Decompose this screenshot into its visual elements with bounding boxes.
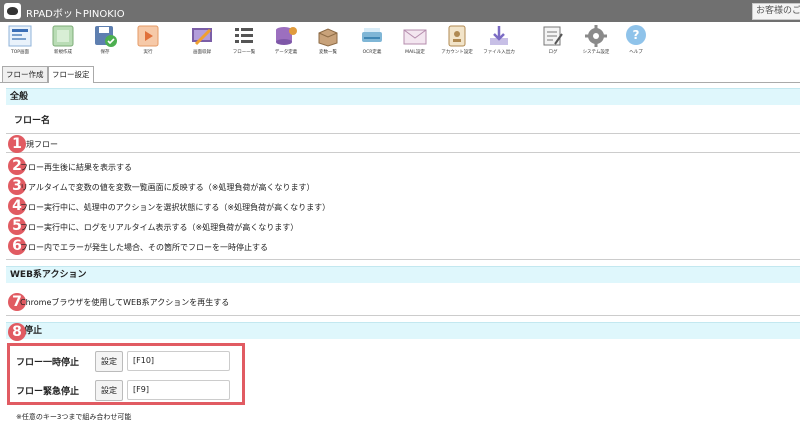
divider	[6, 152, 800, 153]
top-screen-icon	[8, 25, 32, 47]
badge-8: 8	[8, 323, 26, 341]
pause-label: フロー一時停止	[16, 358, 80, 368]
general-section-header: 全般	[6, 88, 800, 105]
database-gear-icon	[276, 27, 297, 45]
option-show-result[interactable]: フロー再生後に結果を表示する	[20, 162, 132, 173]
option-realtime-log[interactable]: フロー実行中に、ログをリアルタイム表示する（※処理負荷が高くなります）	[20, 222, 298, 233]
mail-settings-button[interactable]: MAIL設定	[398, 24, 432, 62]
screen-record-icon	[192, 28, 212, 46]
save-icon	[95, 26, 117, 47]
play-icon	[137, 25, 159, 47]
ocr-definition-button[interactable]: OCR定義	[354, 24, 390, 62]
new-create-button[interactable]: 新規作成	[48, 24, 78, 62]
help-icon: ?	[626, 25, 646, 45]
emergency-key-input[interactable]: [F9]	[127, 380, 230, 400]
customer-field[interactable]: お客様のご	[752, 3, 800, 20]
option-realtime-values[interactable]: リアルタイムで変数の値を変数一覧画面に反映する（※処理負荷が高くなります）	[20, 182, 314, 193]
pause-section-header: 停止	[6, 322, 800, 339]
svg-text:?: ?	[633, 28, 640, 42]
badge-1: 1	[8, 135, 26, 153]
help-button[interactable]: ? ヘルプ	[620, 24, 652, 62]
file-import-button[interactable]: ファイル入出力	[480, 24, 518, 62]
data-definition-button[interactable]: データ定義	[268, 24, 304, 62]
web-section-header: WEB系アクション	[6, 266, 800, 283]
value-list-button[interactable]: 変数一覧	[312, 24, 344, 62]
flow-list-button[interactable]: フロー一覧	[228, 24, 260, 62]
app-logo-icon	[4, 3, 21, 19]
run-button[interactable]: 実行	[133, 24, 163, 62]
save-button[interactable]: 保存	[90, 24, 120, 62]
flow-name-label: フロー名	[14, 116, 51, 126]
pause-key-input[interactable]: [F10]	[127, 351, 230, 371]
tab-bar: フロー作成 フロー設定	[0, 64, 800, 83]
file-download-icon	[490, 26, 508, 45]
scanner-icon	[362, 28, 382, 42]
system-settings-button[interactable]: システム設定	[578, 24, 614, 62]
pause-set-button[interactable]: 設定	[95, 351, 123, 372]
list-icon	[235, 28, 253, 43]
tab-flow-create[interactable]: フロー作成	[2, 66, 48, 82]
key-combination-note: ※任意のキー3つまで組み合わせ可能	[16, 413, 132, 421]
account-card-icon	[448, 25, 466, 47]
option-pause-on-error[interactable]: フロー内でエラーが発生した場合、その箇所でフローを一時停止する	[20, 242, 268, 253]
app-title: RPADボットPINOKIO	[26, 9, 125, 20]
log-button[interactable]: ログ	[536, 24, 570, 62]
screen-record-button[interactable]: 画面収録	[186, 24, 218, 62]
mail-icon	[403, 29, 427, 45]
gear-icon	[585, 25, 607, 47]
toolbar: TOP画面 新規作成 保存 実行 画面収録 フロー一覧 データ定義 変数一覧 O…	[0, 22, 800, 64]
box-icon	[318, 28, 338, 47]
emergency-stop-label: フロー緊急停止	[16, 387, 80, 397]
option-chrome-web[interactable]: Chromeブラウザを使用してWEB系アクションを再生する	[20, 297, 229, 308]
tab-flow-settings[interactable]: フロー設定	[48, 66, 94, 83]
option-select-action[interactable]: フロー実行中に、処理中のアクションを選択状態にする（※処理負荷が高くなります）	[20, 202, 330, 213]
divider	[6, 133, 800, 134]
title-bar: RPADボットPINOKIO お客様のご	[0, 0, 800, 22]
top-screen-button[interactable]: TOP画面	[5, 24, 35, 62]
new-flow-icon	[52, 25, 74, 47]
log-icon	[543, 26, 563, 46]
account-settings-button[interactable]: アカウント設定	[438, 24, 476, 62]
divider	[6, 315, 800, 316]
divider	[6, 259, 800, 260]
emergency-set-button[interactable]: 設定	[95, 380, 123, 401]
